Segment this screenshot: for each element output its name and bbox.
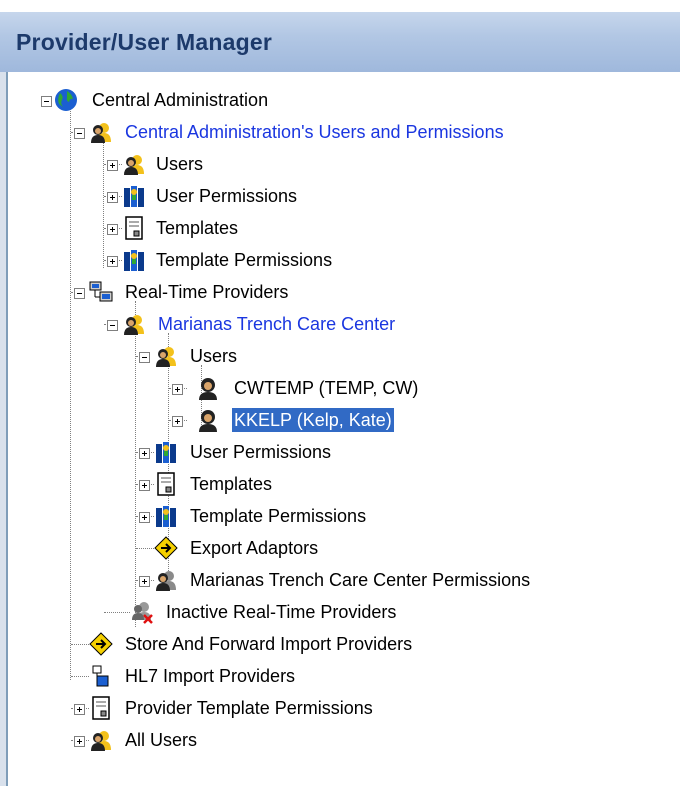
tree-node-ca-users[interactable]: Users xyxy=(8,152,680,182)
tree-label[interactable]: All Users xyxy=(123,728,199,752)
tree-node-ca-templates[interactable]: Templates xyxy=(8,216,680,246)
expand-toggle[interactable] xyxy=(74,704,85,715)
expand-toggle[interactable] xyxy=(139,448,150,459)
permissions-book-icon xyxy=(156,506,176,527)
collapse-toggle[interactable] xyxy=(139,352,150,363)
permissions-book-icon xyxy=(124,250,144,271)
expand-toggle[interactable] xyxy=(139,512,150,523)
tree-node-central-administration[interactable]: Central Administration xyxy=(8,88,680,118)
expand-toggle[interactable] xyxy=(107,160,118,171)
inactive-users-icon xyxy=(132,602,153,624)
tree-node-provider-template-permissions[interactable]: Provider Template Permissions xyxy=(8,696,680,726)
tree-node-ca-template-permissions[interactable]: Template Permissions xyxy=(8,248,680,278)
expand-toggle[interactable] xyxy=(172,416,183,427)
expand-toggle[interactable] xyxy=(139,480,150,491)
tree-label[interactable]: Template Permissions xyxy=(188,504,368,528)
users-icon xyxy=(91,731,111,751)
permissions-book-icon xyxy=(124,186,144,207)
tree-label[interactable]: CWTEMP (TEMP, CW) xyxy=(232,376,420,400)
tree-node-export-adaptors[interactable]: Export Adaptors xyxy=(8,536,680,566)
tree-label[interactable]: Central Administration's Users and Permi… xyxy=(123,120,506,144)
users-icon xyxy=(124,315,144,335)
tree-label[interactable]: Export Adaptors xyxy=(188,536,320,560)
network-computer-icon xyxy=(89,281,113,302)
single-user-icon xyxy=(199,378,217,400)
expand-toggle[interactable] xyxy=(172,384,183,395)
users-icon xyxy=(124,155,144,175)
collapse-toggle[interactable] xyxy=(74,288,85,299)
tree-label[interactable]: Users xyxy=(188,344,239,368)
expand-toggle[interactable] xyxy=(139,576,150,587)
users-icon xyxy=(156,571,176,591)
tree-label[interactable]: Templates xyxy=(188,472,274,496)
tree-node-mtcc[interactable]: Marianas Trench Care Center xyxy=(8,312,680,342)
expand-toggle[interactable] xyxy=(107,192,118,203)
tree-node-mtcc-users[interactable]: Users xyxy=(8,344,680,374)
collapse-toggle[interactable] xyxy=(41,96,52,107)
title-bar: Provider/User Manager xyxy=(0,12,680,72)
template-document-icon xyxy=(92,696,110,720)
permissions-book-icon xyxy=(156,442,176,463)
collapse-toggle[interactable] xyxy=(74,128,85,139)
tree-node-user-kkelp[interactable]: KKELP (Kelp, Kate) xyxy=(8,408,680,438)
expand-toggle[interactable] xyxy=(107,224,118,235)
tree-label[interactable]: Template Permissions xyxy=(154,248,334,272)
tree-label[interactable]: Inactive Real-Time Providers xyxy=(164,600,398,624)
tree-node-ca-user-permissions[interactable]: User Permissions xyxy=(8,184,680,214)
tree-label[interactable]: Store And Forward Import Providers xyxy=(123,632,414,656)
export-adaptor-icon xyxy=(89,632,113,656)
hl7-icon xyxy=(92,665,109,687)
tree-connector xyxy=(71,676,89,677)
tree-label[interactable]: Real-Time Providers xyxy=(123,280,290,304)
tree-node-hl7[interactable]: HL7 Import Providers xyxy=(8,664,680,694)
tree-label[interactable]: Provider Template Permissions xyxy=(123,696,375,720)
tree-label[interactable]: Marianas Trench Care Center xyxy=(156,312,397,336)
collapse-toggle[interactable] xyxy=(107,320,118,331)
tree-node-mtcc-user-permissions[interactable]: User Permissions xyxy=(8,440,680,470)
tree-node-real-time-providers[interactable]: Real-Time Providers xyxy=(8,280,680,310)
tree-node-mtcc-templates[interactable]: Templates xyxy=(8,472,680,502)
tree-label[interactable]: User Permissions xyxy=(154,184,299,208)
tree-node-mtcc-permissions[interactable]: Marianas Trench Care Center Permissions xyxy=(8,568,680,598)
single-user-icon xyxy=(199,410,217,432)
tree-node-mtcc-template-permissions[interactable]: Template Permissions xyxy=(8,504,680,534)
tree-label[interactable]: Central Administration xyxy=(90,88,270,112)
tree-label[interactable]: Marianas Trench Care Center Permissions xyxy=(188,568,532,592)
tree-node-ca-users-permissions[interactable]: Central Administration's Users and Permi… xyxy=(8,120,680,150)
tree-node-inactive-rt-providers[interactable]: Inactive Real-Time Providers xyxy=(8,600,680,630)
tree-node-store-forward[interactable]: Store And Forward Import Providers xyxy=(8,632,680,662)
tree-label[interactable]: Templates xyxy=(154,216,240,240)
tree-label[interactable]: Users xyxy=(154,152,205,176)
tree-connector xyxy=(104,612,130,613)
globe-icon xyxy=(55,89,77,111)
tree-panel[interactable]: Central Administration Central Administr… xyxy=(6,72,680,786)
window-title: Provider/User Manager xyxy=(16,29,273,55)
tree-connector xyxy=(71,644,89,645)
tree-label[interactable]: HL7 Import Providers xyxy=(123,664,297,688)
tree-node-user-cwtemp[interactable]: CWTEMP (TEMP, CW) xyxy=(8,376,680,406)
expand-toggle[interactable] xyxy=(74,736,85,747)
template-document-icon xyxy=(125,216,143,240)
export-adaptor-icon xyxy=(154,536,178,560)
tree-node-all-users[interactable]: All Users xyxy=(8,728,680,758)
tree-label-selected[interactable]: KKELP (Kelp, Kate) xyxy=(232,408,394,432)
template-document-icon xyxy=(157,472,175,496)
expand-toggle[interactable] xyxy=(107,256,118,267)
tree-label[interactable]: User Permissions xyxy=(188,440,333,464)
users-icon xyxy=(91,123,111,143)
tree-connector xyxy=(136,548,154,549)
users-icon xyxy=(156,347,176,367)
